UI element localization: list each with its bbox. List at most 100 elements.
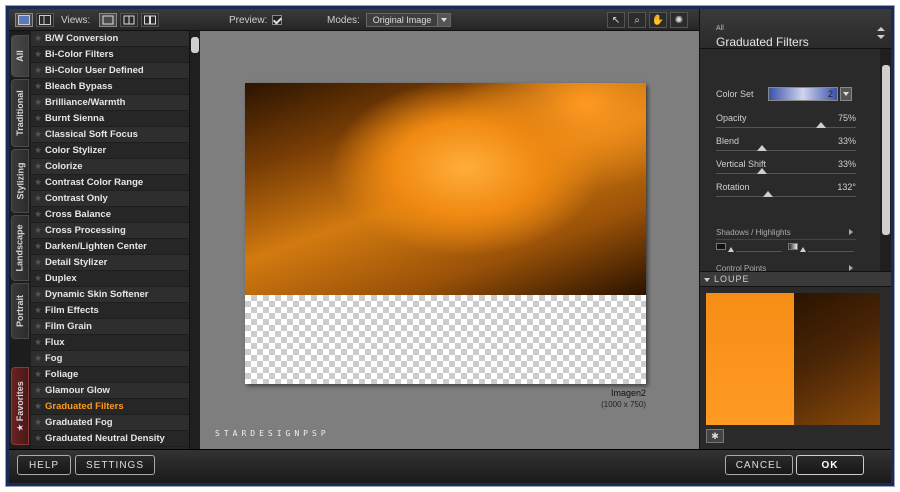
shadows-highlights-section[interactable]: Shadows / Highlights: [716, 228, 856, 240]
list-item[interactable]: ★ Bi-Color Filters: [31, 47, 189, 63]
star-icon[interactable]: ★: [31, 65, 45, 76]
preview-area[interactable]: Imagen2 (1000 x 750) STARDESIGNPSP: [200, 31, 699, 449]
highlight-slider-handle[interactable]: [800, 247, 806, 252]
settings-button[interactable]: SETTINGS: [75, 455, 155, 475]
slider-track[interactable]: [716, 150, 856, 151]
list-item-selected[interactable]: ★ Graduated Filters: [31, 399, 189, 415]
tab-favorites[interactable]: ★ Favorites: [11, 367, 29, 445]
star-icon[interactable]: ★: [31, 417, 45, 428]
star-icon[interactable]: ★: [31, 241, 45, 252]
list-item[interactable]: ★ Duplex: [31, 271, 189, 287]
list-item[interactable]: ★ Glamour Glow: [31, 383, 189, 399]
single-view-icon[interactable]: [15, 13, 33, 27]
modes-select[interactable]: Original Image: [365, 13, 452, 27]
star-icon[interactable]: ★: [31, 161, 45, 172]
chevron-down-icon[interactable]: [840, 87, 852, 101]
opacity-slider[interactable]: Opacity 75%: [716, 113, 856, 128]
list-item[interactable]: ★ Bleach Bypass: [31, 79, 189, 95]
star-icon[interactable]: ★: [31, 321, 45, 332]
slider-handle[interactable]: [762, 191, 773, 197]
panel-menu-icon[interactable]: [876, 23, 886, 45]
list-item[interactable]: ★ Foliage: [31, 367, 189, 383]
star-icon[interactable]: ★: [31, 97, 45, 108]
star-icon[interactable]: ★: [31, 145, 45, 156]
tab-portrait[interactable]: Portrait: [11, 283, 29, 339]
ok-button[interactable]: OK: [796, 455, 864, 475]
loupe-header[interactable]: LOUPE: [700, 271, 891, 287]
list-item[interactable]: ★ Dynamic Skin Softener: [31, 287, 189, 303]
star-icon[interactable]: ★: [31, 225, 45, 236]
list-item[interactable]: ★ Film Grain: [31, 319, 189, 335]
star-icon[interactable]: ★: [31, 209, 45, 220]
blend-slider[interactable]: Blend 33%: [716, 136, 856, 151]
help-button[interactable]: HELP: [17, 455, 71, 475]
vertical-shift-slider[interactable]: Vertical Shift 33%: [716, 159, 856, 174]
view-split-button[interactable]: [120, 13, 138, 27]
highlight-slider-track[interactable]: [808, 251, 854, 252]
list-item[interactable]: ★ Graduated Fog: [31, 415, 189, 431]
shadow-slider-track[interactable]: [736, 251, 782, 252]
star-icon[interactable]: ★: [31, 257, 45, 268]
star-icon[interactable]: ★: [31, 401, 45, 412]
split-panel-icon[interactable]: [36, 13, 54, 27]
star-icon[interactable]: ★: [31, 33, 45, 44]
list-item[interactable]: ★ Colorize: [31, 159, 189, 175]
star-icon[interactable]: ★: [31, 273, 45, 284]
scrollbar-thumb[interactable]: [191, 37, 199, 53]
list-item[interactable]: ★ B/W Conversion: [31, 31, 189, 47]
list-item[interactable]: ★ Fog: [31, 351, 189, 367]
star-icon[interactable]: ★: [31, 129, 45, 140]
tab-landscape[interactable]: Landscape: [11, 215, 29, 281]
list-item[interactable]: ★ Graduated Neutral Density: [31, 431, 189, 447]
list-item[interactable]: ★ Detail Stylizer: [31, 255, 189, 271]
hand-tool-icon[interactable]: ✋: [649, 12, 667, 28]
preview-checkbox[interactable]: [272, 15, 283, 25]
list-item[interactable]: ★ Color Stylizer: [31, 143, 189, 159]
tab-traditional[interactable]: Traditional: [11, 79, 29, 147]
star-icon[interactable]: ★: [31, 305, 45, 316]
slider-handle[interactable]: [757, 145, 768, 151]
arrow-tool-icon[interactable]: ↖: [607, 12, 625, 28]
slider-handle[interactable]: [757, 168, 768, 174]
list-item[interactable]: ★ Film Effects: [31, 303, 189, 319]
scrollbar-thumb[interactable]: [882, 65, 890, 235]
list-item[interactable]: ★ Classical Soft Focus: [31, 127, 189, 143]
rotation-slider[interactable]: Rotation 132°: [716, 182, 856, 197]
star-icon[interactable]: ★: [31, 49, 45, 60]
star-icon[interactable]: ★: [31, 113, 45, 124]
list-item[interactable]: ★ Contrast Color Range: [31, 175, 189, 191]
list-item[interactable]: ★ Darken/Lighten Center: [31, 239, 189, 255]
slider-track[interactable]: [716, 173, 856, 174]
star-icon[interactable]: ★: [31, 353, 45, 364]
list-item[interactable]: ★ Burnt Sienna: [31, 111, 189, 127]
slider-track[interactable]: [716, 127, 856, 128]
pin-icon[interactable]: ✱: [706, 429, 724, 443]
star-icon[interactable]: ★: [31, 81, 45, 92]
list-item[interactable]: ★ Brilliance/Warmth: [31, 95, 189, 111]
view-single-button[interactable]: [99, 13, 117, 27]
view-side-by-side-button[interactable]: [141, 13, 159, 27]
star-icon[interactable]: ★: [31, 337, 45, 348]
slider-track[interactable]: [716, 196, 856, 197]
preview-image[interactable]: [245, 83, 646, 384]
list-item[interactable]: ★ Flux: [31, 335, 189, 351]
list-item[interactable]: ★ Bi-Color User Defined: [31, 63, 189, 79]
list-item[interactable]: ★ Cross Processing: [31, 223, 189, 239]
list-item[interactable]: ★ Cross Balance: [31, 207, 189, 223]
slider-handle[interactable]: [816, 122, 826, 128]
star-icon[interactable]: ★: [31, 289, 45, 300]
star-icon[interactable]: ★: [31, 385, 45, 396]
filter-list-scrollbar[interactable]: [189, 31, 200, 449]
star-icon[interactable]: ★: [31, 193, 45, 204]
shadow-slider-handle[interactable]: [728, 247, 734, 252]
light-tool-icon[interactable]: ✺: [670, 12, 688, 28]
panel-scrollbar[interactable]: [880, 49, 891, 271]
star-icon[interactable]: ★: [31, 369, 45, 380]
star-icon[interactable]: ★: [31, 433, 45, 444]
tab-stylizing[interactable]: Stylizing: [11, 149, 29, 213]
cancel-button[interactable]: CANCEL: [725, 455, 793, 475]
tab-all[interactable]: All: [11, 35, 29, 77]
star-icon[interactable]: ★: [31, 177, 45, 188]
zoom-tool-icon[interactable]: ⌕: [628, 12, 646, 28]
list-item[interactable]: ★ Contrast Only: [31, 191, 189, 207]
